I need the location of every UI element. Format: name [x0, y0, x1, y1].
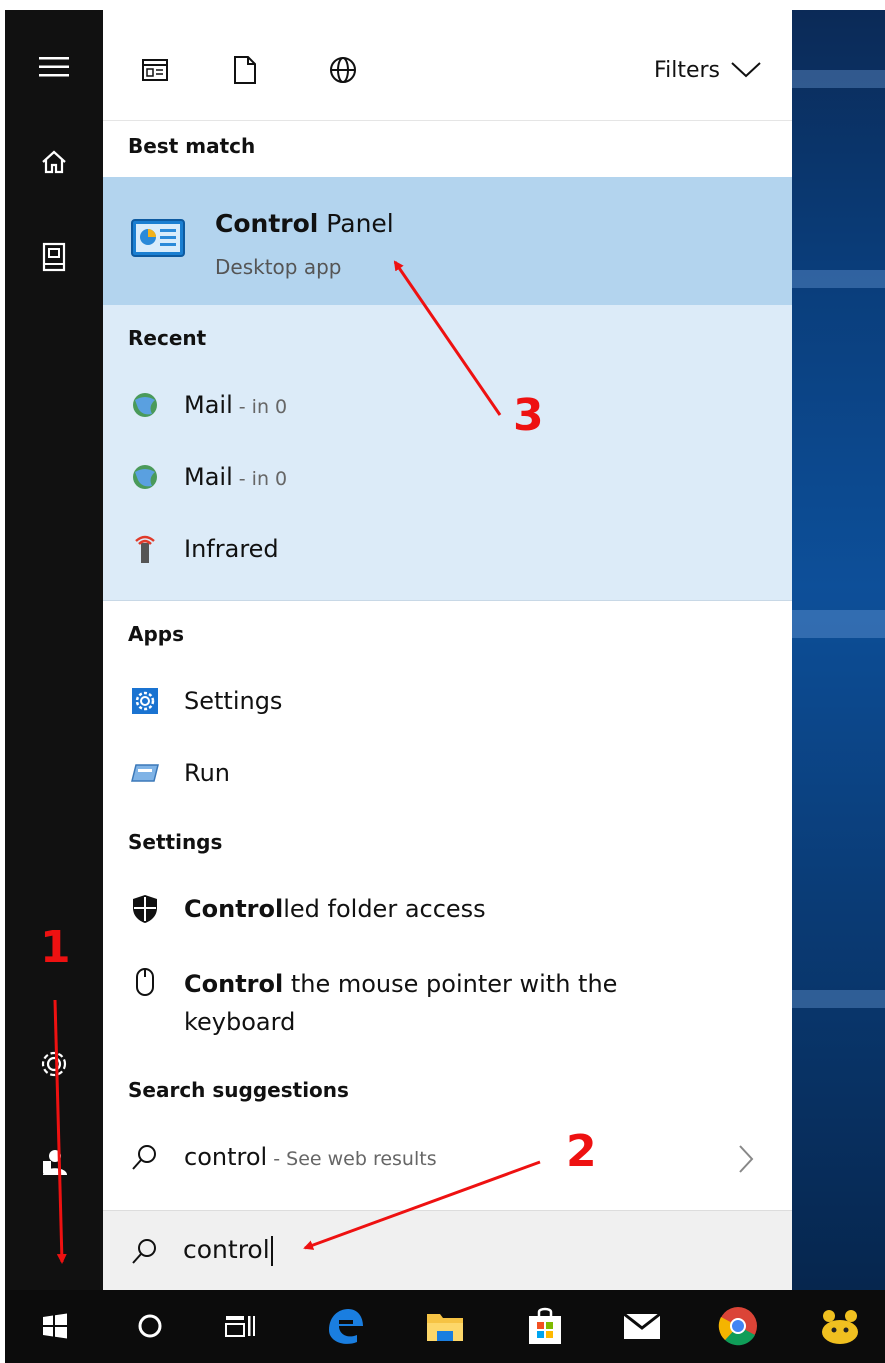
annotation-arrow-1: [53, 999, 67, 1264]
annotation-label-1: 1: [40, 922, 71, 973]
annotation-arrow-2: [303, 1160, 541, 1250]
annotation-arrows: [53, 260, 541, 1264]
annotation-arrow-3: [393, 260, 502, 416]
screenshot-frame: Filters Best match Control Panel Desktop…: [0, 0, 885, 1363]
annotation-label-3: 3: [513, 390, 544, 441]
annotation-label-2: 2: [566, 1126, 597, 1177]
